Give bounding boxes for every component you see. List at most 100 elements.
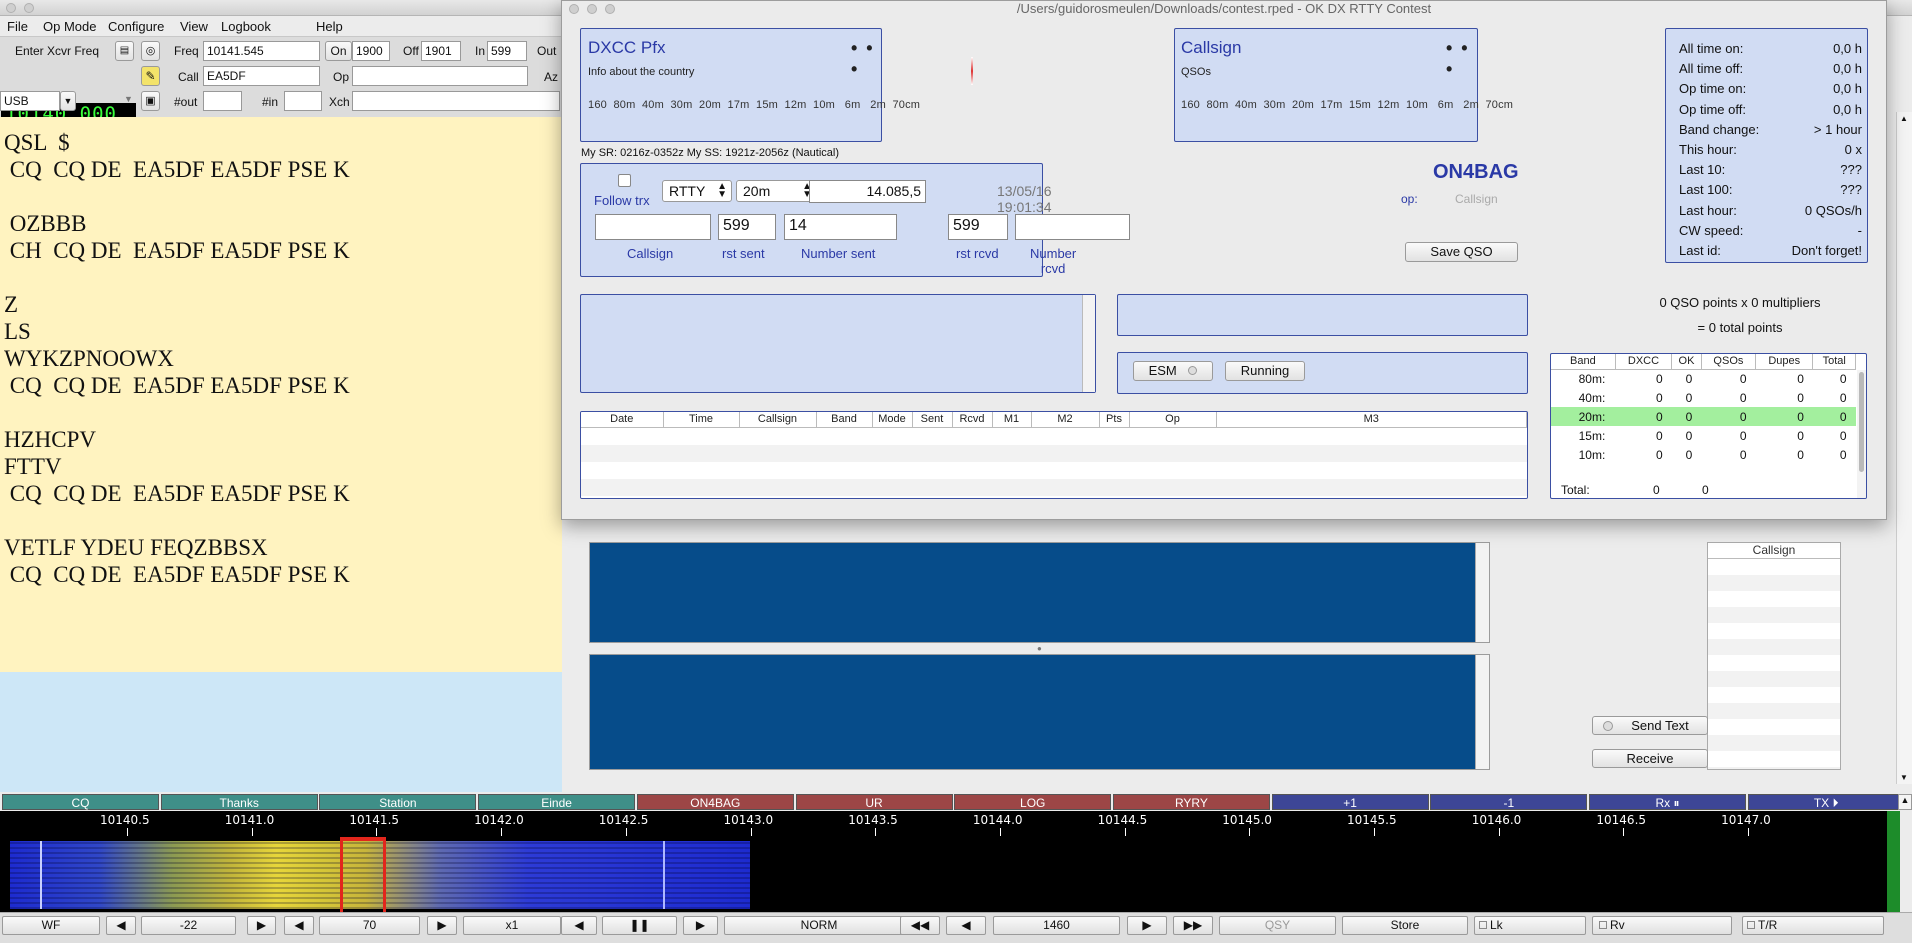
- band-row[interactable]: 10m: 0 0 0 0 0: [1551, 445, 1856, 464]
- band-summary-table[interactable]: Band DXCC OK QSOs Dupes Total 80m: 0 0 0 0 0 40m: 0 0…: [1550, 353, 1867, 499]
- band-column-header[interactable]: OK: [1671, 354, 1702, 370]
- save-qso-button[interactable]: Save QSO: [1405, 242, 1518, 262]
- macro-button[interactable]: Einde: [478, 794, 636, 810]
- on-button[interactable]: On: [325, 41, 352, 61]
- gain-up-button[interactable]: ▶: [247, 916, 276, 935]
- rx-marker-1[interactable]: [340, 837, 343, 912]
- enter-xcvr-freq-label[interactable]: Enter Xcvr Freq: [15, 44, 99, 58]
- log-column-header[interactable]: Rcvd: [952, 412, 993, 428]
- band-table-scrollbar[interactable]: [1857, 370, 1866, 498]
- band-column-header[interactable]: Total: [1812, 354, 1856, 370]
- log-column-header[interactable]: M3: [1216, 412, 1527, 428]
- band-column-header[interactable]: Dupes: [1755, 354, 1814, 370]
- rx-marker-2[interactable]: [383, 837, 386, 912]
- number-sent-input[interactable]: 14: [784, 214, 897, 240]
- freq-input[interactable]: 10141.545: [203, 41, 320, 61]
- reverse-toggle[interactable]: Rv: [1592, 916, 1732, 935]
- splitter-handle-icon[interactable]: ●: [1037, 644, 1042, 653]
- band-row[interactable]: 80m: 0 0 0 0 0: [1551, 369, 1856, 388]
- scroll-right-button[interactable]: ▶: [683, 916, 718, 935]
- log-column-header[interactable]: Date: [581, 412, 664, 428]
- esm-toggle[interactable]: ESM: [1133, 361, 1213, 381]
- in-count-input[interactable]: [284, 91, 322, 111]
- macro-button[interactable]: Thanks: [160, 794, 318, 810]
- menu-file[interactable]: File: [7, 19, 28, 34]
- notes-scrollbar[interactable]: [1082, 295, 1095, 392]
- right-scrollbar[interactable]: ▲ ▼: [1896, 112, 1912, 784]
- log-column-header[interactable]: M1: [992, 412, 1032, 428]
- zoom-window-button[interactable]: [605, 4, 615, 14]
- log-column-header[interactable]: Op: [1129, 412, 1217, 428]
- qso-frequency-input[interactable]: 14.085,5: [809, 180, 926, 203]
- zoom-button[interactable]: x1: [463, 916, 561, 935]
- log-column-header[interactable]: Callsign: [739, 412, 817, 428]
- carrier-value[interactable]: 1460: [993, 916, 1120, 935]
- waterfall-display[interactable]: [0, 837, 1887, 912]
- follow-trx-checkbox[interactable]: [618, 174, 631, 187]
- band-row[interactable]: 15m: 0 0 0 0 0: [1551, 426, 1856, 445]
- dxcc-more-button[interactable]: • • •: [851, 38, 881, 80]
- band-column-header[interactable]: DXCC: [1615, 354, 1673, 370]
- macro-button[interactable]: RYRY: [1112, 794, 1270, 810]
- menu-configure[interactable]: Configure: [108, 19, 164, 34]
- scroll-left-button[interactable]: ◀: [561, 916, 597, 935]
- macro-button[interactable]: ON4BAG: [636, 794, 794, 810]
- band-row[interactable]: 20m: 0 0 0 0 0: [1551, 407, 1856, 426]
- band-table-scroll-thumb[interactable]: [1859, 372, 1864, 472]
- mode-select[interactable]: RTTY ▲ ▼: [662, 180, 732, 202]
- step-right-button[interactable]: ▶: [1127, 916, 1167, 935]
- receive-button[interactable]: Receive: [1592, 749, 1708, 768]
- web-icon-button[interactable]: ◎: [141, 41, 160, 61]
- scope-scrollbar[interactable]: [1475, 655, 1489, 769]
- rst-sent-input[interactable]: 599: [718, 214, 776, 240]
- close-window-button[interactable]: [569, 4, 579, 14]
- frequency-scale[interactable]: 10140.5 10141.0 10141.5 10142.0 10142.5 10143…: [0, 811, 1887, 837]
- norm-button[interactable]: NORM: [724, 916, 914, 935]
- store-button[interactable]: Store: [1342, 916, 1468, 935]
- macro-button[interactable]: CQ: [2, 794, 159, 810]
- minimize-window-button[interactable]: [587, 4, 597, 14]
- macro-button[interactable]: TX ⏵: [1747, 794, 1905, 810]
- callsign-more-button[interactable]: • • •: [1446, 38, 1477, 80]
- pause-button[interactable]: ❚❚: [602, 916, 677, 935]
- callsign-list[interactable]: Callsign: [1707, 542, 1841, 770]
- band-row[interactable]: 40m: 0 0 0 0 0: [1551, 388, 1856, 407]
- off-time-input[interactable]: 1901: [421, 41, 461, 61]
- minimize-window-button[interactable]: [24, 3, 34, 13]
- qso-callsign-input[interactable]: [595, 214, 711, 240]
- macro-button[interactable]: -1: [1430, 794, 1588, 810]
- tune-button[interactable]: ✎: [141, 66, 160, 86]
- band-select[interactable]: 20m ▲ ▼: [736, 180, 817, 202]
- macro-button[interactable]: LOG: [954, 794, 1112, 810]
- notes-panel[interactable]: [580, 294, 1096, 393]
- wf-mode-button[interactable]: WF: [2, 916, 100, 935]
- menu-logbook[interactable]: Logbook: [221, 19, 271, 34]
- scope-scrollbar[interactable]: [1475, 543, 1489, 642]
- qsy-button[interactable]: QSY: [1219, 916, 1336, 935]
- rx-text-pane[interactable]: QSL $ CQ CQ DE EA5DF EA5DF PSE K OZBBB C…: [0, 117, 562, 672]
- log-icon-button[interactable]: ▣: [141, 91, 160, 111]
- fast-left-button[interactable]: ◀◀: [900, 916, 940, 935]
- band-column-header[interactable]: Band: [1551, 354, 1616, 370]
- log-column-header[interactable]: Band: [816, 412, 873, 428]
- log-column-header[interactable]: Pts: [1099, 412, 1130, 428]
- in-rst-input[interactable]: 599: [487, 41, 527, 61]
- send-text-button[interactable]: Send Text: [1592, 716, 1708, 735]
- level-down-button[interactable]: ◀: [284, 916, 314, 935]
- log-column-header[interactable]: Time: [663, 412, 740, 428]
- log-column-header[interactable]: Mode: [872, 412, 913, 428]
- lock-toggle[interactable]: Lk: [1474, 916, 1586, 935]
- tr-toggle[interactable]: T/R: [1742, 916, 1884, 935]
- tx-scope-panel[interactable]: [589, 654, 1490, 770]
- macro-button[interactable]: +1: [1271, 794, 1429, 810]
- rx-scope-panel[interactable]: [589, 542, 1490, 643]
- mode-select[interactable]: USB: [0, 91, 60, 111]
- xcvr-icon-button[interactable]: ▤: [115, 41, 134, 61]
- menu-view[interactable]: View: [180, 19, 208, 34]
- fast-right-button[interactable]: ▶▶: [1173, 916, 1213, 935]
- log-column-header[interactable]: M2: [1031, 412, 1100, 428]
- macro-button[interactable]: UR: [795, 794, 953, 810]
- close-window-button[interactable]: [6, 3, 16, 13]
- macro-button[interactable]: Station: [319, 794, 477, 810]
- xch-input[interactable]: [352, 91, 560, 111]
